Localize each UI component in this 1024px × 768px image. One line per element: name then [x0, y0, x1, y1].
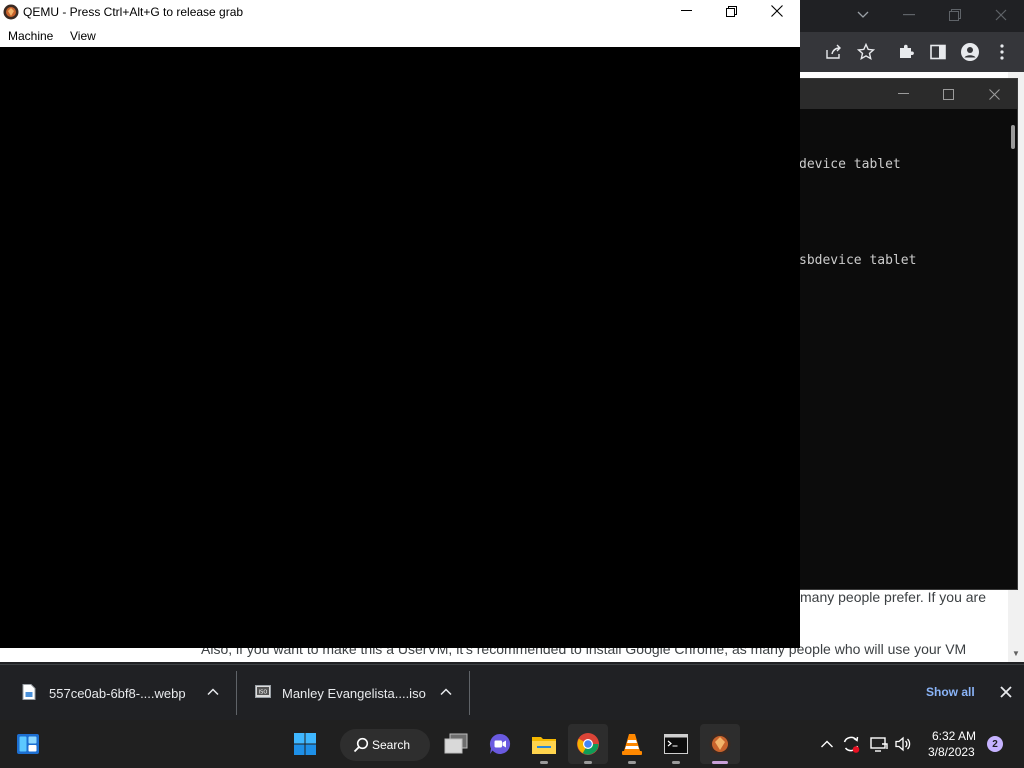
download-filename: Manley Evangelista....iso	[282, 686, 426, 701]
qemu-menubar: Machine View	[0, 24, 800, 47]
clock-time[interactable]: 6:32 AM	[932, 729, 976, 743]
download-divider	[469, 671, 470, 715]
taskbar: Search 6:32 AM 3/8/2023	[0, 720, 1024, 768]
sync-status-button[interactable]	[841, 734, 861, 754]
terminal-line: device tablet	[799, 157, 901, 172]
network-button[interactable]	[869, 734, 889, 754]
vm-display[interactable]	[0, 47, 800, 648]
notification-badge[interactable]: 2	[987, 736, 1003, 752]
bookmark-star-button[interactable]	[854, 40, 878, 64]
terminal-line: sbdevice tablet	[799, 253, 917, 268]
search-icon	[353, 737, 369, 753]
menu-machine[interactable]: Machine	[8, 29, 53, 43]
menu-view[interactable]: View	[70, 29, 96, 43]
show-hidden-icons-button[interactable]	[817, 734, 837, 754]
chevron-up-icon[interactable]	[439, 685, 453, 699]
qemu-close-button[interactable]	[754, 0, 800, 22]
restore-icon	[725, 5, 737, 17]
taskbar-search[interactable]: Search	[340, 729, 430, 761]
chrome-close-button[interactable]	[978, 0, 1024, 30]
qemu-restore-button[interactable]	[708, 0, 754, 22]
qemu-titlebar[interactable]: QEMU - Press Ctrl+Alt+G to release grab	[0, 0, 800, 24]
restore-icon	[949, 9, 961, 21]
task-view-icon	[444, 733, 468, 754]
running-indicator	[540, 761, 548, 764]
download-shelf: 557ce0ab-6bf8-....webp ISO Manley Evange…	[0, 664, 1024, 720]
qemu-window: QEMU - Press Ctrl+Alt+G to release grab …	[0, 0, 800, 648]
minimize-icon	[897, 93, 909, 94]
profile-button[interactable]	[958, 40, 982, 64]
file-explorer-button[interactable]	[524, 724, 564, 764]
clock-date[interactable]: 3/8/2023	[928, 745, 975, 759]
close-icon[interactable]	[998, 684, 1014, 700]
running-indicator	[672, 761, 680, 764]
folder-icon	[532, 737, 556, 754]
volume-button[interactable]	[893, 734, 913, 754]
running-indicator	[584, 761, 592, 764]
terminal-window: device tablet sbdevice tablet	[780, 78, 1018, 590]
svg-text:ISO: ISO	[259, 690, 268, 696]
vlc-cone-icon	[622, 734, 642, 755]
sync-icon	[843, 736, 860, 753]
network-icon	[870, 737, 888, 752]
side-panel-button[interactable]	[926, 40, 950, 64]
page-text-line: many people prefer. If you are	[800, 589, 986, 605]
terminal-maximize-button[interactable]	[933, 83, 963, 105]
chevron-down-icon	[857, 11, 869, 18]
download-item[interactable]: ISO Manley Evangelista....iso	[237, 665, 469, 721]
chat-icon	[489, 733, 511, 754]
active-indicator	[712, 761, 728, 764]
task-view-button[interactable]	[436, 724, 476, 764]
terminal-scrollbar-thumb[interactable]	[1011, 125, 1015, 149]
avatar-icon	[961, 43, 979, 61]
terminal-titlebar	[781, 79, 1017, 109]
terminal-minimize-button[interactable]	[888, 83, 918, 105]
widgets-icon	[17, 734, 39, 754]
star-icon	[857, 43, 875, 61]
terminal-close-button[interactable]	[979, 83, 1009, 105]
chrome-taskbar-button[interactable]	[568, 724, 608, 764]
windows-logo-icon	[294, 733, 316, 755]
window-title: QEMU - Press Ctrl+Alt+G to release grab	[23, 5, 244, 19]
qemu-app-icon	[709, 733, 731, 755]
teams-chat-button[interactable]	[480, 724, 520, 764]
close-icon	[988, 88, 1000, 100]
show-all-link[interactable]: Show all	[926, 685, 975, 699]
widgets-button[interactable]	[8, 724, 48, 764]
chevron-up-icon[interactable]	[206, 685, 220, 699]
qemu-taskbar-button[interactable]	[700, 724, 740, 764]
share-icon	[826, 44, 841, 59]
more-vertical-icon	[1000, 44, 1004, 60]
start-button[interactable]	[285, 724, 325, 764]
iso-file-icon: ISO	[255, 685, 271, 698]
extensions-button[interactable]	[894, 40, 918, 64]
qemu-app-icon	[3, 4, 19, 20]
search-label: Search	[372, 738, 411, 752]
qemu-minimize-button[interactable]	[663, 0, 709, 22]
terminal-taskbar-button[interactable]	[656, 724, 696, 764]
scroll-down-icon[interactable]: ▼	[1012, 650, 1020, 658]
download-item[interactable]: 557ce0ab-6bf8-....webp	[0, 665, 236, 721]
speaker-icon	[895, 736, 911, 752]
vlc-button[interactable]	[612, 724, 652, 764]
chrome-restore-button[interactable]	[932, 0, 978, 30]
minimize-icon	[680, 10, 692, 11]
close-icon	[771, 5, 783, 17]
terminal-icon	[664, 734, 688, 754]
maximize-icon	[942, 88, 954, 100]
image-file-icon	[22, 684, 36, 700]
minimize-icon	[903, 14, 915, 16]
close-icon	[995, 9, 1007, 21]
share-button[interactable]	[822, 40, 846, 64]
tab-search-button[interactable]	[840, 0, 886, 30]
download-filename: 557ce0ab-6bf8-....webp	[49, 686, 186, 701]
running-indicator	[628, 761, 636, 764]
side-panel-icon	[930, 44, 946, 60]
chevron-up-icon	[821, 740, 833, 748]
chrome-minimize-button[interactable]	[886, 0, 932, 30]
chrome-icon	[577, 733, 599, 755]
puzzle-icon	[900, 44, 914, 58]
chrome-menu-button[interactable]	[990, 40, 1014, 64]
